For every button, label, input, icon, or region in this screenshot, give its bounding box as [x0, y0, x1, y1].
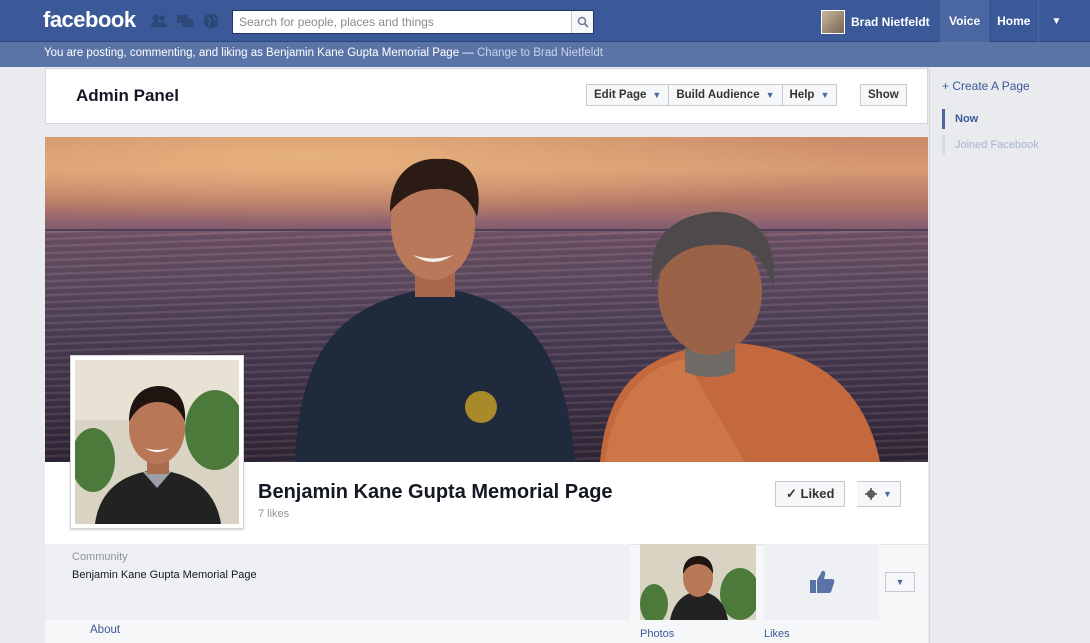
- page-category: Community: [72, 551, 128, 563]
- facebook-logo[interactable]: facebook: [43, 7, 136, 33]
- messages-icon[interactable]: [176, 12, 194, 30]
- caret-down-icon: ▼: [765, 90, 775, 100]
- liked-button[interactable]: ✓ Liked: [775, 481, 846, 507]
- nav-voice[interactable]: Voice: [940, 0, 989, 42]
- user-profile-link[interactable]: Brad Nietfeldt: [821, 10, 930, 34]
- search-icon: [577, 16, 589, 28]
- edit-page-button[interactable]: Edit Page ▼: [586, 84, 670, 106]
- edit-page-label: Edit Page: [594, 89, 647, 101]
- about-link[interactable]: About: [90, 624, 120, 636]
- posting-as-text: You are posting, commenting, and liking …: [44, 47, 477, 59]
- notification-jewels: [150, 12, 220, 30]
- profile-picture[interactable]: [70, 355, 245, 529]
- build-audience-button[interactable]: Build Audience ▼: [669, 84, 783, 106]
- search-box: [232, 10, 594, 34]
- notifications-globe-icon[interactable]: [202, 12, 220, 30]
- top-navigation-bar: facebook Brad Nietfeldt Voice Home ▼: [0, 0, 1090, 42]
- help-label: Help: [789, 89, 815, 101]
- timeline-now[interactable]: Now: [942, 109, 1039, 129]
- timeline-scrubber: Now Joined Facebook: [942, 109, 1039, 161]
- show-admin-panel-button[interactable]: Show: [860, 84, 907, 106]
- gear-icon: [865, 488, 877, 500]
- caret-down-icon: ▼: [895, 577, 905, 587]
- nav-home[interactable]: Home: [988, 0, 1038, 42]
- account-menu-caret-icon[interactable]: ▼: [1038, 0, 1073, 42]
- right-column: + Create A Page Now Joined Facebook: [929, 67, 1090, 643]
- admin-panel-title: Admin Panel: [76, 86, 179, 105]
- likes-count[interactable]: 7 likes: [258, 508, 289, 520]
- thumbs-up-icon: [809, 570, 834, 593]
- user-avatar: [821, 10, 845, 34]
- caret-down-icon: ▼: [883, 489, 892, 499]
- change-identity-link[interactable]: Change to Brad Nietfeldt: [477, 47, 603, 59]
- likes-app-label[interactable]: Likes: [764, 628, 790, 640]
- search-button[interactable]: [571, 11, 593, 33]
- admin-panel: Admin Panel Edit Page ▼ Build Audience ▼ H…: [45, 68, 928, 124]
- admin-button-group: Edit Page ▼ Build Audience ▼ Help ▼: [586, 84, 838, 106]
- about-box: [45, 544, 630, 620]
- photos-app-tile[interactable]: [640, 544, 760, 624]
- timeline-joined-facebook[interactable]: Joined Facebook: [942, 135, 1039, 155]
- photos-app-label[interactable]: Photos: [640, 628, 674, 640]
- nav-links: Voice Home ▼: [940, 0, 1073, 42]
- caret-down-icon: ▼: [652, 90, 662, 100]
- page-options-button[interactable]: ▼: [857, 481, 901, 507]
- page-title: Benjamin Kane Gupta Memorial Page: [258, 481, 613, 503]
- profile-picture-image: [71, 360, 245, 524]
- create-page-link[interactable]: + Create A Page: [942, 79, 1030, 93]
- build-audience-label: Build Audience: [676, 89, 760, 101]
- help-button[interactable]: Help ▼: [782, 84, 838, 106]
- photos-thumbnail: [640, 544, 760, 624]
- friend-requests-icon[interactable]: [150, 12, 168, 30]
- likes-app-tile[interactable]: [764, 544, 879, 620]
- posting-as-bar: You are posting, commenting, and liking …: [0, 42, 1090, 67]
- caret-down-icon: ▼: [820, 90, 830, 100]
- search-input[interactable]: [233, 11, 563, 33]
- about-text: Benjamin Kane Gupta Memorial Page: [72, 569, 257, 581]
- user-name: Brad Nietfeldt: [851, 15, 930, 29]
- more-apps-button[interactable]: ▼: [885, 572, 915, 592]
